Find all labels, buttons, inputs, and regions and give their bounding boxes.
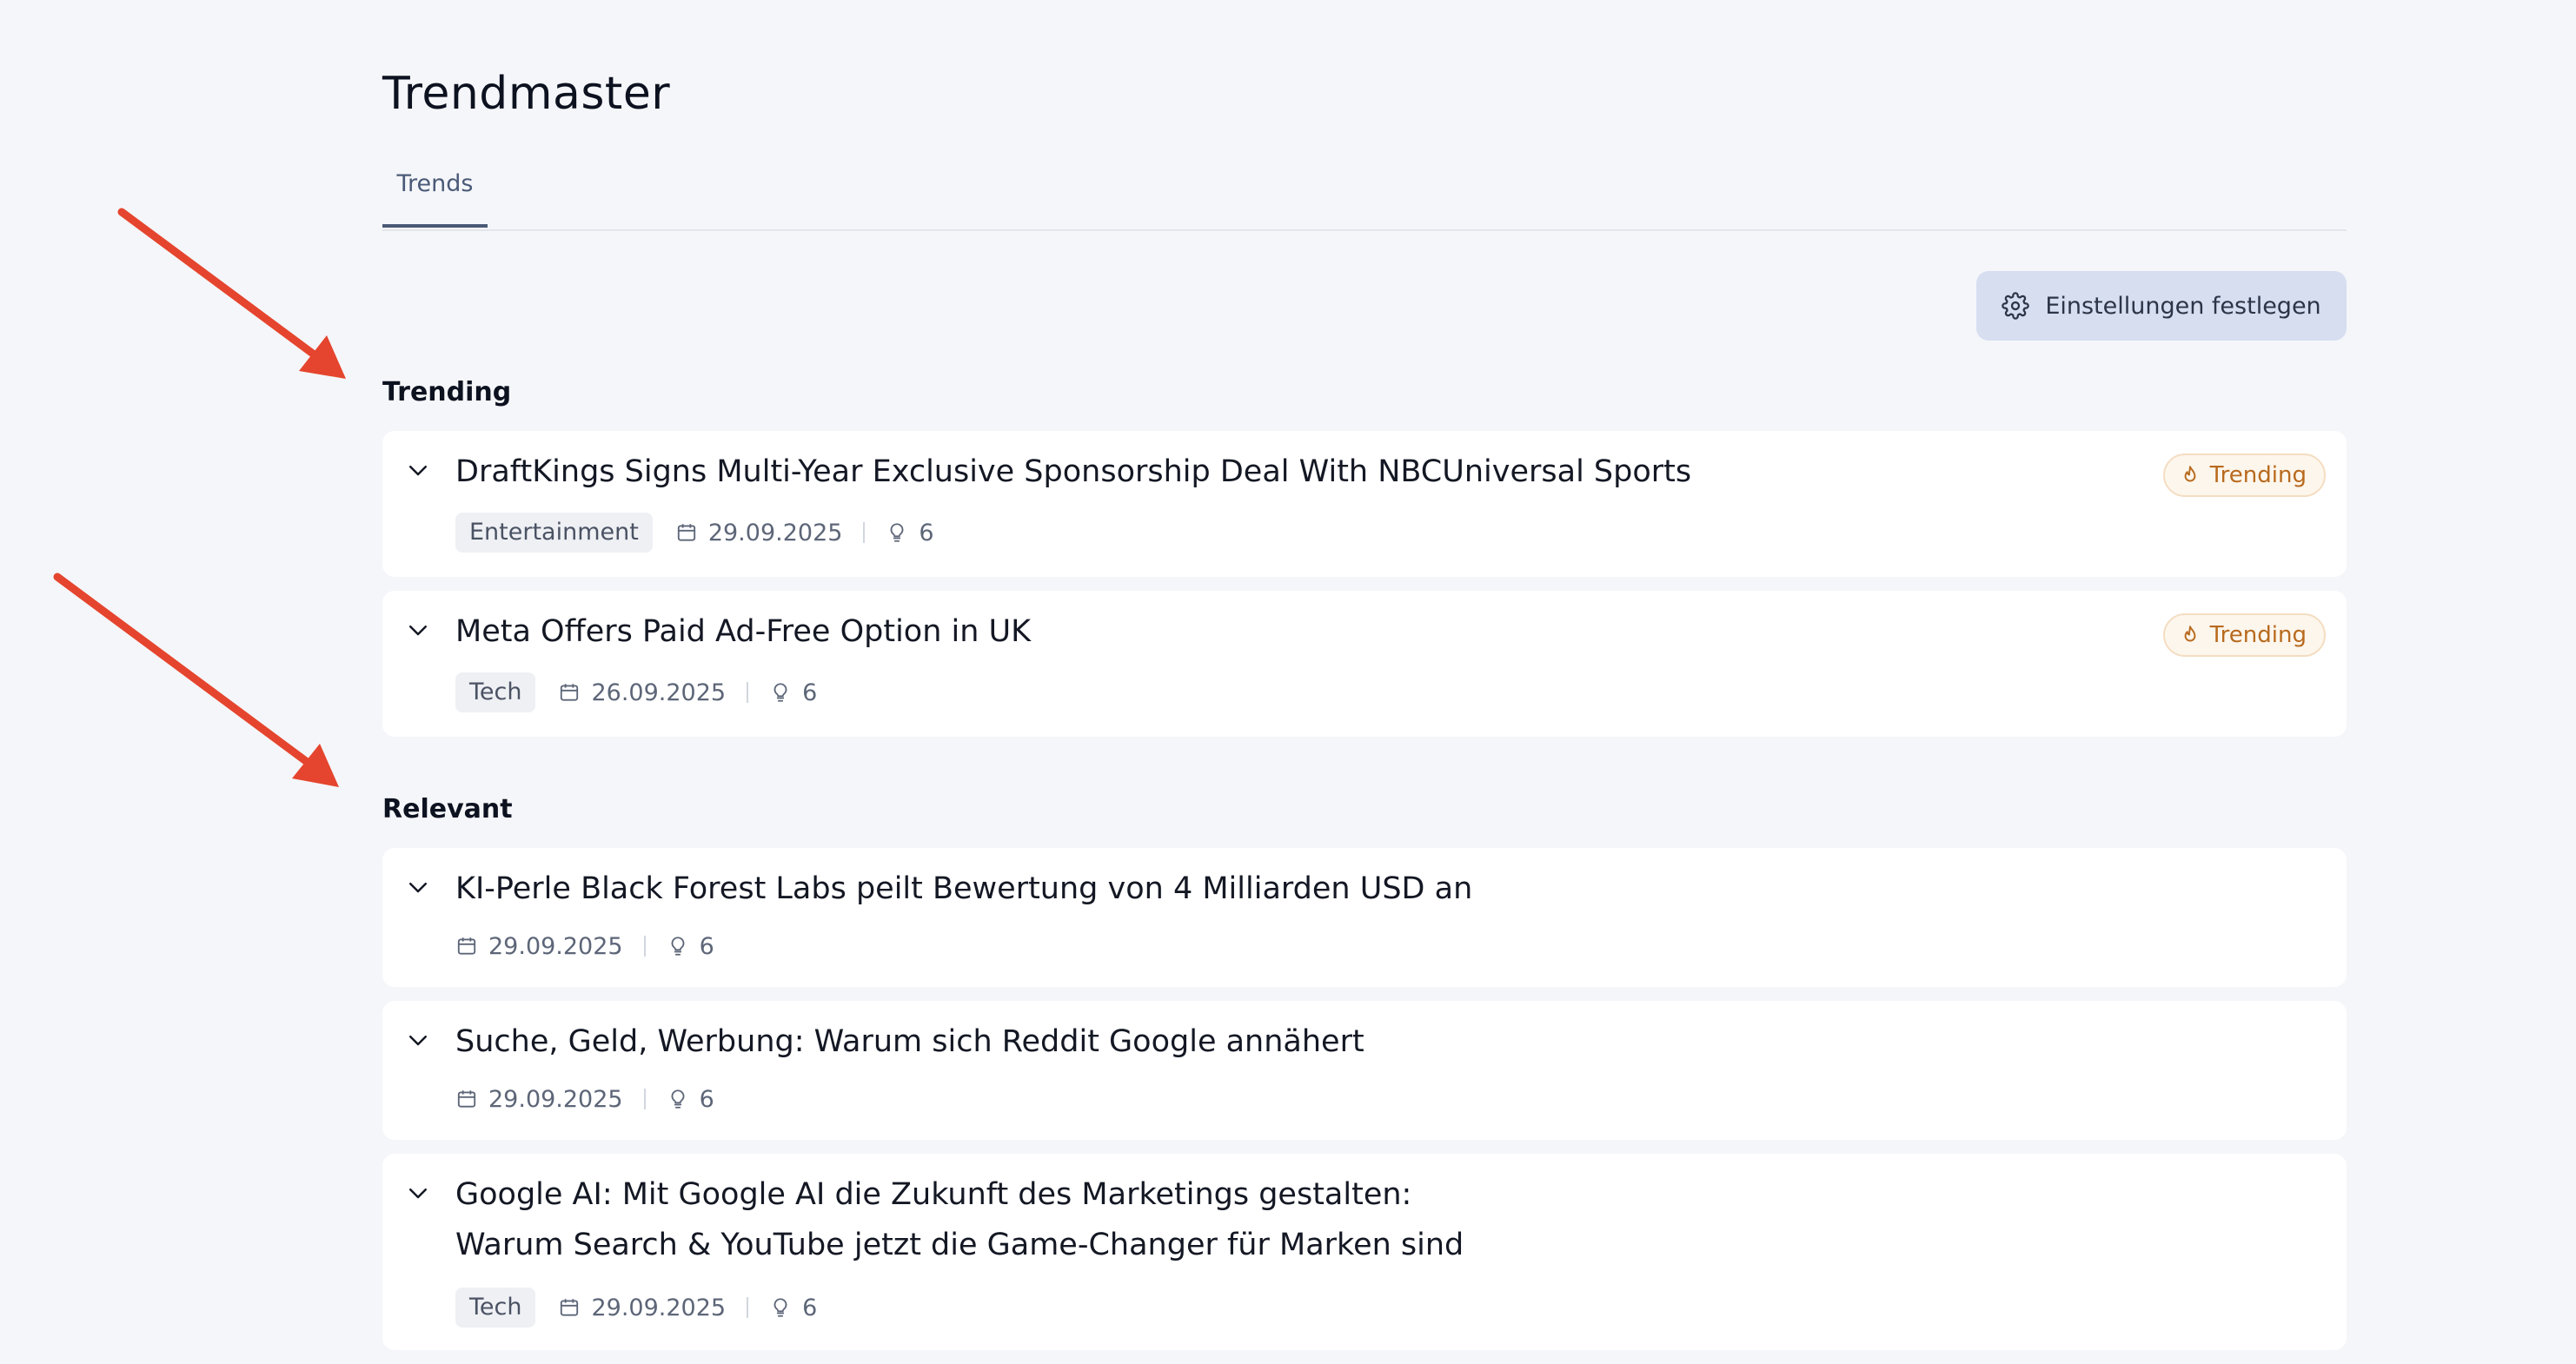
trend-meta: 29.09.2025 6 [455, 1079, 714, 1119]
trend-title-line-1: Google AI: Mit Google AI die Zukunft des… [455, 1177, 1412, 1212]
trend-meta: Tech 29.09.2025 6 [455, 1288, 817, 1328]
trend-meta: Entertainment 29.09.2025 6 [455, 513, 934, 553]
trend-card[interactable]: KI-Perle Black Forest Labs peilt Bewertu… [382, 848, 2347, 987]
calendar-icon [558, 681, 581, 704]
flame-icon [2179, 624, 2201, 646]
lightbulb-icon [667, 935, 689, 957]
trend-title[interactable]: Suche, Geld, Werbung: Warum sich Reddit … [455, 1016, 1364, 1067]
insight-count: 6 [919, 519, 934, 546]
chevron-down-icon[interactable] [405, 1180, 431, 1206]
trend-date: 29.09.2025 [488, 932, 623, 960]
trend-date: 29.09.2025 [488, 1085, 623, 1113]
chevron-down-icon[interactable] [405, 874, 431, 900]
trend-title[interactable]: DraftKings Signs Multi-Year Exclusive Sp… [455, 447, 1691, 497]
tab-trends[interactable]: Trends [382, 165, 488, 228]
trend-card[interactable]: Suche, Geld, Werbung: Warum sich Reddit … [382, 1001, 2347, 1140]
trend-date: 29.09.2025 [707, 519, 843, 546]
section-title-relevant: Relevant [382, 794, 513, 824]
category-tag: Tech [455, 1288, 536, 1328]
insight-count: 6 [699, 932, 714, 960]
flame-icon [2179, 464, 2201, 487]
chevron-down-icon[interactable] [405, 1027, 431, 1053]
trending-badge: Trending [2162, 454, 2326, 497]
trend-meta: 29.09.2025 6 [455, 926, 714, 966]
settings-button[interactable]: Einstellungen festlegen [1976, 271, 2347, 341]
trend-date: 26.09.2025 [591, 679, 727, 706]
meta-divider [643, 936, 646, 957]
trend-title-line-2: Warum Search & YouTube jetzt die Game-Ch… [455, 1228, 1464, 1262]
meta-divider [863, 522, 866, 543]
section-title-trending: Trending [382, 377, 512, 407]
lightbulb-icon [667, 1088, 689, 1110]
trend-meta: Tech 26.09.2025 6 [455, 672, 817, 712]
chevron-down-icon[interactable] [405, 457, 431, 483]
trend-title[interactable]: Meta Offers Paid Ad-Free Option in UK [455, 606, 1031, 657]
trend-title[interactable]: Google AI: Mit Google AI die Zukunft des… [455, 1169, 1464, 1270]
meta-divider [643, 1089, 646, 1109]
insight-count: 6 [802, 679, 818, 706]
chevron-down-icon[interactable] [405, 617, 431, 643]
calendar-icon [455, 1088, 478, 1110]
calendar-icon [455, 935, 478, 957]
trending-badge-label: Trending [2209, 462, 2307, 488]
trend-card[interactable]: Google AI: Mit Google AI die Zukunft des… [382, 1154, 2347, 1350]
trend-title[interactable]: KI-Perle Black Forest Labs peilt Bewertu… [455, 864, 1472, 914]
gear-icon [2002, 292, 2030, 320]
trend-card[interactable]: Meta Offers Paid Ad-Free Option in UK Te… [382, 591, 2347, 737]
settings-button-label: Einstellungen festlegen [2045, 292, 2321, 320]
calendar-icon [675, 521, 698, 544]
meta-divider [747, 682, 749, 703]
lightbulb-icon [769, 681, 792, 704]
page-title: Trendmaster [382, 68, 671, 120]
trend-card[interactable]: DraftKings Signs Multi-Year Exclusive Sp… [382, 431, 2347, 577]
lightbulb-icon [769, 1296, 792, 1319]
trending-badge: Trending [2162, 613, 2326, 657]
category-tag: Entertainment [455, 513, 653, 553]
calendar-icon [558, 1296, 581, 1319]
trend-date: 29.09.2025 [591, 1294, 727, 1321]
insight-count: 6 [802, 1294, 818, 1321]
annotation-arrow-relevant [53, 573, 339, 787]
tab-bar: Trends [382, 165, 2347, 231]
meta-divider [747, 1297, 749, 1318]
insight-count: 6 [699, 1085, 714, 1113]
category-tag: Tech [455, 672, 536, 712]
trending-badge-label: Trending [2209, 622, 2307, 648]
lightbulb-icon [886, 521, 908, 544]
